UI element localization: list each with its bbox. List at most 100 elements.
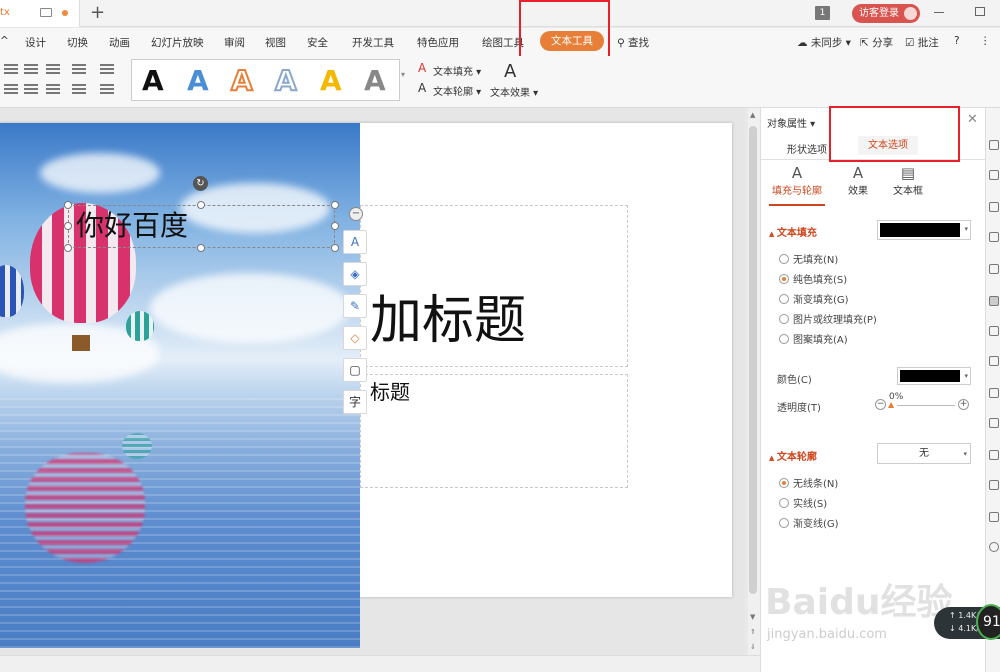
fill-bucket-icon[interactable]: ◇ [343,326,367,350]
paragraph-spacing-icon[interactable] [72,84,86,94]
resize-handle[interactable] [64,222,72,230]
restore-icon[interactable] [975,7,985,16]
style-blue-outline[interactable]: A [274,63,298,98]
resize-handle[interactable] [331,222,339,230]
resize-handle[interactable] [197,201,205,209]
menu-item-design[interactable]: 设计 [25,35,46,50]
menu-item-developer[interactable]: 开发工具 [352,35,394,50]
list-icon[interactable] [72,64,86,74]
sidebar-tool-icon[interactable] [989,418,999,428]
indent-left-icon[interactable] [4,64,18,74]
menu-item-view[interactable]: 视图 [265,35,286,50]
search-button[interactable]: ⚲ 查找 [617,35,649,50]
help-icon[interactable]: ? [954,35,960,47]
subtab-textbox[interactable]: ▤ 文本框 [883,164,933,197]
increase-icon[interactable]: + [958,399,969,410]
resize-handle[interactable] [331,244,339,252]
sidebar-tool-icon[interactable] [989,140,999,150]
style-blue[interactable]: A [187,64,209,98]
new-tab-button[interactable]: + [90,2,105,24]
text-outline-button[interactable]: 文本轮廓 ▾ [433,83,481,98]
comment-button[interactable]: ☑ 批注 [905,35,939,50]
sync-button[interactable]: ☁ 未同步 ▾ [797,35,851,50]
menu-item-drawing-tools[interactable]: 绘图工具 [482,35,524,50]
vertical-scrollbar[interactable]: ▲ ▼ ⇑ ⇓ [748,108,760,672]
scroll-thumb[interactable] [749,126,757,594]
radio-gradient-fill[interactable]: 渐变填充(G) [779,291,849,306]
balloon-photo[interactable] [0,123,360,648]
sidebar-tool-icon[interactable] [989,512,999,522]
numbered-list-icon[interactable] [100,64,114,74]
decrease-icon[interactable]: − [875,399,886,410]
more-icon[interactable]: ⋮ [980,35,991,47]
menu-item-slideshow[interactable]: 幻灯片放映 [151,35,204,50]
pen-icon[interactable]: ✎ [343,294,367,318]
section-text-outline[interactable]: 文本轮廓 [769,448,817,463]
sidebar-tool-icon[interactable] [989,232,999,242]
menu-item-transition[interactable]: 切换 [67,35,88,50]
radio-solid-fill[interactable]: 纯色填充(S) [779,271,847,286]
indent-right-icon[interactable] [24,64,38,74]
sidebar-tool-icon[interactable] [989,480,999,490]
minimize-icon[interactable] [934,12,944,13]
rotate-handle-icon[interactable]: ↻ [193,176,208,191]
radio-no-fill[interactable]: 无填充(N) [779,251,838,266]
resize-handle[interactable] [64,201,72,209]
sidebar-tool-icon[interactable] [989,542,999,552]
resize-handle[interactable] [197,244,205,252]
sidebar-tool-icon[interactable] [989,170,999,180]
style-orange-outline[interactable]: A [230,63,254,98]
style-gold[interactable]: A [320,64,342,98]
sidebar-tool-icon[interactable] [989,326,999,336]
scroll-up-icon[interactable]: ▲ [750,111,755,119]
menu-item-animation[interactable]: 动画 [109,35,130,50]
subtab-effect[interactable]: A 效果 [833,164,883,197]
sidebar-tool-icon[interactable] [989,388,999,398]
subtab-fill-outline[interactable]: A 填充与轮廓 [772,164,822,197]
pane-title[interactable]: 对象属性 ▾ [767,115,815,130]
menu-item-security[interactable]: 安全 [307,35,328,50]
color-dropdown[interactable]: ▾ [897,367,971,385]
document-tab[interactable]: tx [0,0,80,27]
close-icon[interactable]: ✕ [967,112,978,127]
fill-color-dropdown[interactable]: ▾ [877,220,971,240]
style-gray[interactable]: A [364,64,386,98]
sidebar-tool-icon[interactable] [989,296,999,306]
slider-knob-icon[interactable]: ▲ [888,400,894,409]
share-button[interactable]: ⇱ 分享 [860,35,893,50]
menu-item-features[interactable]: 特色应用 [417,35,459,50]
text-fill-button[interactable]: 文本填充 ▾ [433,63,481,78]
align-bottom-icon[interactable] [24,84,38,94]
resize-handle[interactable] [64,244,72,252]
sidebar-tool-icon[interactable] [989,356,999,366]
column-icon[interactable] [46,64,60,74]
border-icon[interactable]: ▢ [343,358,367,382]
collapse-icon[interactable]: − [349,207,363,221]
scroll-down-icon[interactable]: ▼ [750,613,755,621]
resize-handle[interactable] [331,201,339,209]
align-left-icon[interactable] [4,84,18,94]
style-black[interactable]: A [142,64,164,98]
char-spacing-button[interactable]: 字 [343,390,367,414]
radio-gradient-line[interactable]: 渐变线(G) [779,515,839,530]
speed-percent[interactable]: 91 [976,604,1000,640]
radio-picture-fill[interactable]: 图片或纹理填充(P) [779,311,877,326]
text-format-icon[interactable]: A [343,230,367,254]
text-effect-button[interactable]: 文本效果 ▾ [490,84,538,99]
section-text-fill[interactable]: 文本填充 [769,224,817,239]
guest-login-button[interactable]: 访客登录 [852,4,920,23]
menu-item-truncated[interactable]: ^ [0,35,9,47]
sidebar-tool-icon[interactable] [989,450,999,460]
outline-dropdown[interactable]: 无 ▾ [877,443,971,464]
radio-pattern-fill[interactable]: 图案填充(A) [779,331,848,346]
menu-item-review[interactable]: 审阅 [224,35,245,50]
tab-shape-options[interactable]: 形状选项 [787,141,827,156]
sidebar-tool-icon[interactable] [989,264,999,274]
line-spacing-icon[interactable] [46,84,60,94]
radio-no-line[interactable]: 无线条(N) [779,475,838,490]
text-direction-icon[interactable] [100,84,114,94]
page-down-icon[interactable]: ⇓ [750,643,756,651]
page-up-icon[interactable]: ⇑ [750,628,756,636]
sidebar-tool-icon[interactable] [989,202,999,212]
radio-solid-line[interactable]: 实线(S) [779,495,827,510]
